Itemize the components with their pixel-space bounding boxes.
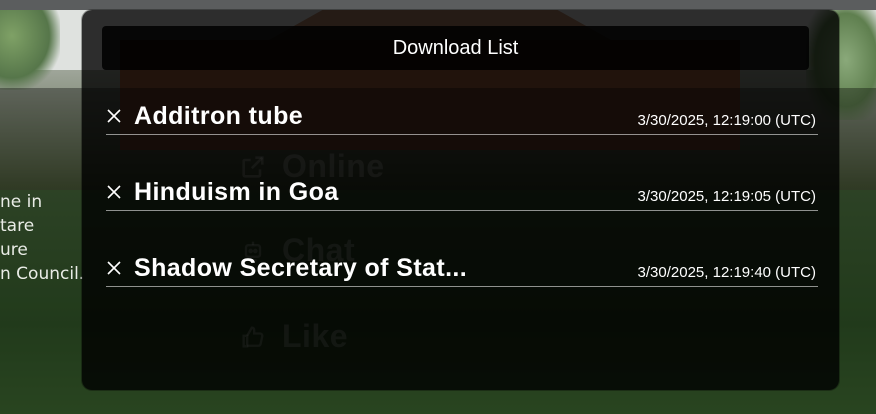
- download-item-timestamp: 3/30/2025, 12:19:00 (UTC): [637, 111, 816, 129]
- download-item-title[interactable]: Additron tube: [134, 102, 564, 131]
- download-item-timestamp: 3/30/2025, 12:19:40 (UTC): [637, 263, 816, 281]
- close-icon[interactable]: [106, 178, 134, 206]
- close-icon[interactable]: [106, 254, 134, 282]
- download-item-title[interactable]: Hinduism in Goa: [134, 178, 564, 207]
- panel-title: Download List: [392, 36, 519, 59]
- top-edge-bar: [0, 0, 876, 10]
- list-item[interactable]: Hinduism in Goa 3/30/2025, 12:19:05 (UTC…: [106, 174, 818, 250]
- download-list: Additron tube 3/30/2025, 12:19:00 (UTC) …: [106, 98, 818, 326]
- close-icon[interactable]: [106, 102, 134, 130]
- download-list-header: Download List: [102, 26, 809, 70]
- download-item-title[interactable]: Shadow Secretary of Stat...: [134, 254, 564, 283]
- list-item[interactable]: Additron tube 3/30/2025, 12:19:00 (UTC): [106, 98, 818, 174]
- list-item-row: Additron tube 3/30/2025, 12:19:00 (UTC): [106, 98, 818, 135]
- download-list-panel: Download List Additron tube 3/30/2025, 1…: [82, 10, 839, 390]
- download-item-timestamp: 3/30/2025, 12:19:05 (UTC): [637, 187, 816, 205]
- background-tree-left: [0, 0, 60, 90]
- list-item-row: Hinduism in Goa 3/30/2025, 12:19:05 (UTC…: [106, 174, 818, 211]
- list-item-row: Shadow Secretary of Stat... 3/30/2025, 1…: [106, 250, 818, 287]
- list-item[interactable]: Shadow Secretary of Stat... 3/30/2025, 1…: [106, 250, 818, 326]
